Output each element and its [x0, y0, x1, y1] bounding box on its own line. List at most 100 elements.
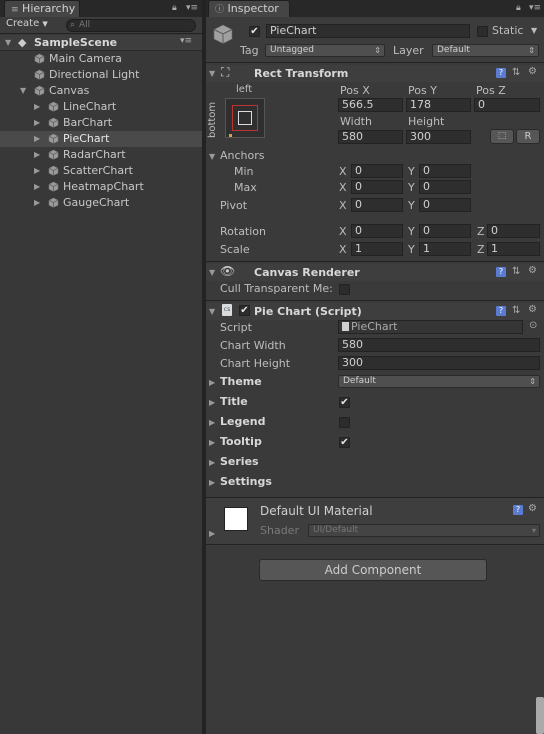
script-field[interactable]: PieChart [338, 320, 523, 334]
blueprint-mode-button[interactable]: ⬚ [490, 129, 514, 144]
lock-icon[interactable]: 🔒︎ [172, 3, 177, 13]
gear-icon[interactable]: ⚙ [528, 503, 537, 514]
anchor-max-x-field[interactable]: 0 [351, 180, 403, 194]
hierarchy-item-radarchart[interactable]: ▶ RadarChart [0, 147, 202, 163]
anchor-min-x-field[interactable]: 0 [351, 164, 403, 178]
title-checkbox[interactable]: ✔ [339, 397, 350, 408]
height-field[interactable]: 300 [406, 130, 471, 144]
help-book-icon[interactable]: ? [496, 68, 506, 78]
preset-icon[interactable]: ⇅ [512, 67, 520, 78]
pos-x-field[interactable]: 566.5 [338, 98, 403, 112]
theme-dropdown[interactable]: Default ⇕ [338, 375, 540, 388]
collapse-arrow-icon[interactable]: ▶ [34, 179, 40, 195]
panel-menu-icon[interactable]: ▾≡ [186, 3, 198, 13]
cull-transparent-checkbox[interactable] [339, 284, 350, 295]
hierarchy-item-linechart[interactable]: ▶ LineChart [0, 99, 202, 115]
preset-icon[interactable]: ⇅ [512, 305, 520, 316]
pivot-y-field[interactable]: 0 [419, 198, 471, 212]
lock-icon[interactable]: 🔒︎ [516, 3, 521, 13]
search-input[interactable]: ⌕ All [66, 19, 196, 32]
hierarchy-item-piechart[interactable]: ▶ PieChart [0, 131, 202, 147]
scrollbar-thumb[interactable] [536, 697, 544, 734]
shader-dropdown[interactable]: UI/Default ▾ [308, 524, 540, 537]
gear-icon[interactable]: ⚙ [528, 265, 537, 276]
fold-arrow-icon[interactable]: ▼ [209, 69, 215, 78]
preset-icon[interactable]: ⇅ [512, 266, 520, 277]
hierarchy-item-directional-light[interactable]: Directional Light [0, 67, 202, 83]
scale-x-field[interactable]: 1 [351, 242, 403, 256]
y-label: Y [408, 225, 415, 238]
anchor-max-y-field[interactable]: 0 [419, 180, 471, 194]
anchor-presets-button[interactable] [225, 98, 265, 138]
canvas-renderer-header[interactable]: ▼ 👁︎ Canvas Renderer ? ⇅ ⚙ [206, 264, 544, 281]
object-name-field[interactable]: PieChart [266, 24, 470, 38]
raw-edit-button[interactable]: R [516, 129, 540, 144]
create-button[interactable]: Create ▼ [6, 18, 48, 29]
enabled-checkbox[interactable]: ✔ [239, 305, 250, 316]
tag-dropdown[interactable]: Untagged ⇕ [265, 44, 385, 57]
material-preview [224, 507, 248, 531]
object-picker-icon[interactable]: ⊙ [529, 320, 537, 331]
tab-inspector-label: Inspector [227, 2, 279, 15]
chevron-down-icon[interactable]: ▼ [531, 26, 537, 35]
rotation-x-field[interactable]: 0 [351, 224, 403, 238]
fold-arrow-icon[interactable]: ▼ [209, 307, 215, 316]
chart-height-field[interactable]: 300 [338, 356, 540, 370]
fold-arrow-icon[interactable]: ▼ [209, 152, 215, 161]
pie-chart-script-header[interactable]: ▼ cs ✔ Pie Chart (Script) ? ⇅ ⚙ [206, 303, 544, 320]
collapse-arrow-icon[interactable]: ▶ [34, 147, 40, 163]
hierarchy-item-barchart[interactable]: ▶ BarChart [0, 115, 202, 131]
collapse-arrow-icon[interactable]: ▶ [34, 99, 40, 115]
create-button-label: Create [6, 18, 40, 29]
active-checkbox[interactable]: ✔ [249, 26, 260, 37]
collapse-arrow-icon[interactable]: ▶ [34, 131, 40, 147]
collapse-arrow-icon[interactable]: ▶ [34, 195, 40, 211]
tab-inspector[interactable]: ⓘ Inspector [208, 0, 290, 17]
fold-arrow-icon[interactable]: ▶ [209, 418, 215, 427]
hierarchy-item-heatmapchart[interactable]: ▶ HeatmapChart [0, 179, 202, 195]
static-checkbox[interactable] [477, 26, 488, 37]
rotation-y-field[interactable]: 0 [419, 224, 471, 238]
fold-arrow-icon[interactable]: ▼ [209, 268, 215, 277]
scene-menu-icon[interactable]: ▾≡ [180, 36, 192, 46]
fold-arrow-icon[interactable]: ▶ [209, 398, 215, 407]
fold-arrow-icon[interactable]: ▶ [209, 378, 215, 387]
fold-arrow-icon[interactable]: ▶ [209, 458, 215, 467]
scene-row[interactable]: ▼ ◆ SampleScene ▾≡ [0, 35, 202, 51]
collapse-arrow-icon[interactable]: ▶ [34, 163, 40, 179]
width-field[interactable]: 580 [338, 130, 403, 144]
chart-width-field[interactable]: 580 [338, 338, 540, 352]
tooltip-checkbox[interactable]: ✔ [339, 437, 350, 448]
pivot-x-field[interactable]: 0 [351, 198, 403, 212]
chevron-down-icon: ▼ [42, 20, 48, 28]
hierarchy-tabbar: ≡ Hierarchy 🔒︎ ▾≡ [0, 0, 202, 17]
rect-transform-header[interactable]: ▼ ⛶ Rect Transform ? ⇅ ⚙ [206, 65, 544, 82]
tab-hierarchy[interactable]: ≡ Hierarchy [4, 0, 80, 17]
divider [206, 300, 544, 301]
expand-arrow-icon[interactable]: ▼ [20, 83, 26, 99]
hierarchy-item-main-camera[interactable]: Main Camera [0, 51, 202, 67]
legend-checkbox[interactable] [339, 417, 350, 428]
anchor-min-y-field[interactable]: 0 [419, 164, 471, 178]
fold-arrow-icon[interactable]: ▶ [209, 529, 215, 538]
collapse-arrow-icon[interactable]: ▶ [34, 115, 40, 131]
fold-arrow-icon[interactable]: ▶ [209, 478, 215, 487]
scale-y-field[interactable]: 1 [419, 242, 471, 256]
help-book-icon[interactable]: ? [496, 306, 506, 316]
gear-icon[interactable]: ⚙ [528, 66, 537, 77]
rotation-z-field[interactable]: 0 [487, 224, 540, 238]
fold-arrow-icon[interactable]: ▶ [209, 438, 215, 447]
help-book-icon[interactable]: ? [496, 267, 506, 277]
help-book-icon[interactable]: ? [513, 505, 523, 515]
pos-z-field[interactable]: 0 [474, 98, 540, 112]
scale-z-field[interactable]: 1 [487, 242, 540, 256]
add-component-button[interactable]: Add Component [259, 559, 487, 581]
expand-arrow-icon[interactable]: ▼ [5, 38, 11, 47]
hierarchy-item-gaugechart[interactable]: ▶ GaugeChart [0, 195, 202, 211]
gear-icon[interactable]: ⚙ [528, 304, 537, 315]
panel-menu-icon[interactable]: ▾≡ [529, 3, 541, 13]
layer-dropdown[interactable]: Default ⇕ [432, 44, 539, 57]
pos-y-field[interactable]: 178 [406, 98, 471, 112]
hierarchy-item-canvas[interactable]: ▼ Canvas [0, 83, 202, 99]
hierarchy-item-scatterchart[interactable]: ▶ ScatterChart [0, 163, 202, 179]
